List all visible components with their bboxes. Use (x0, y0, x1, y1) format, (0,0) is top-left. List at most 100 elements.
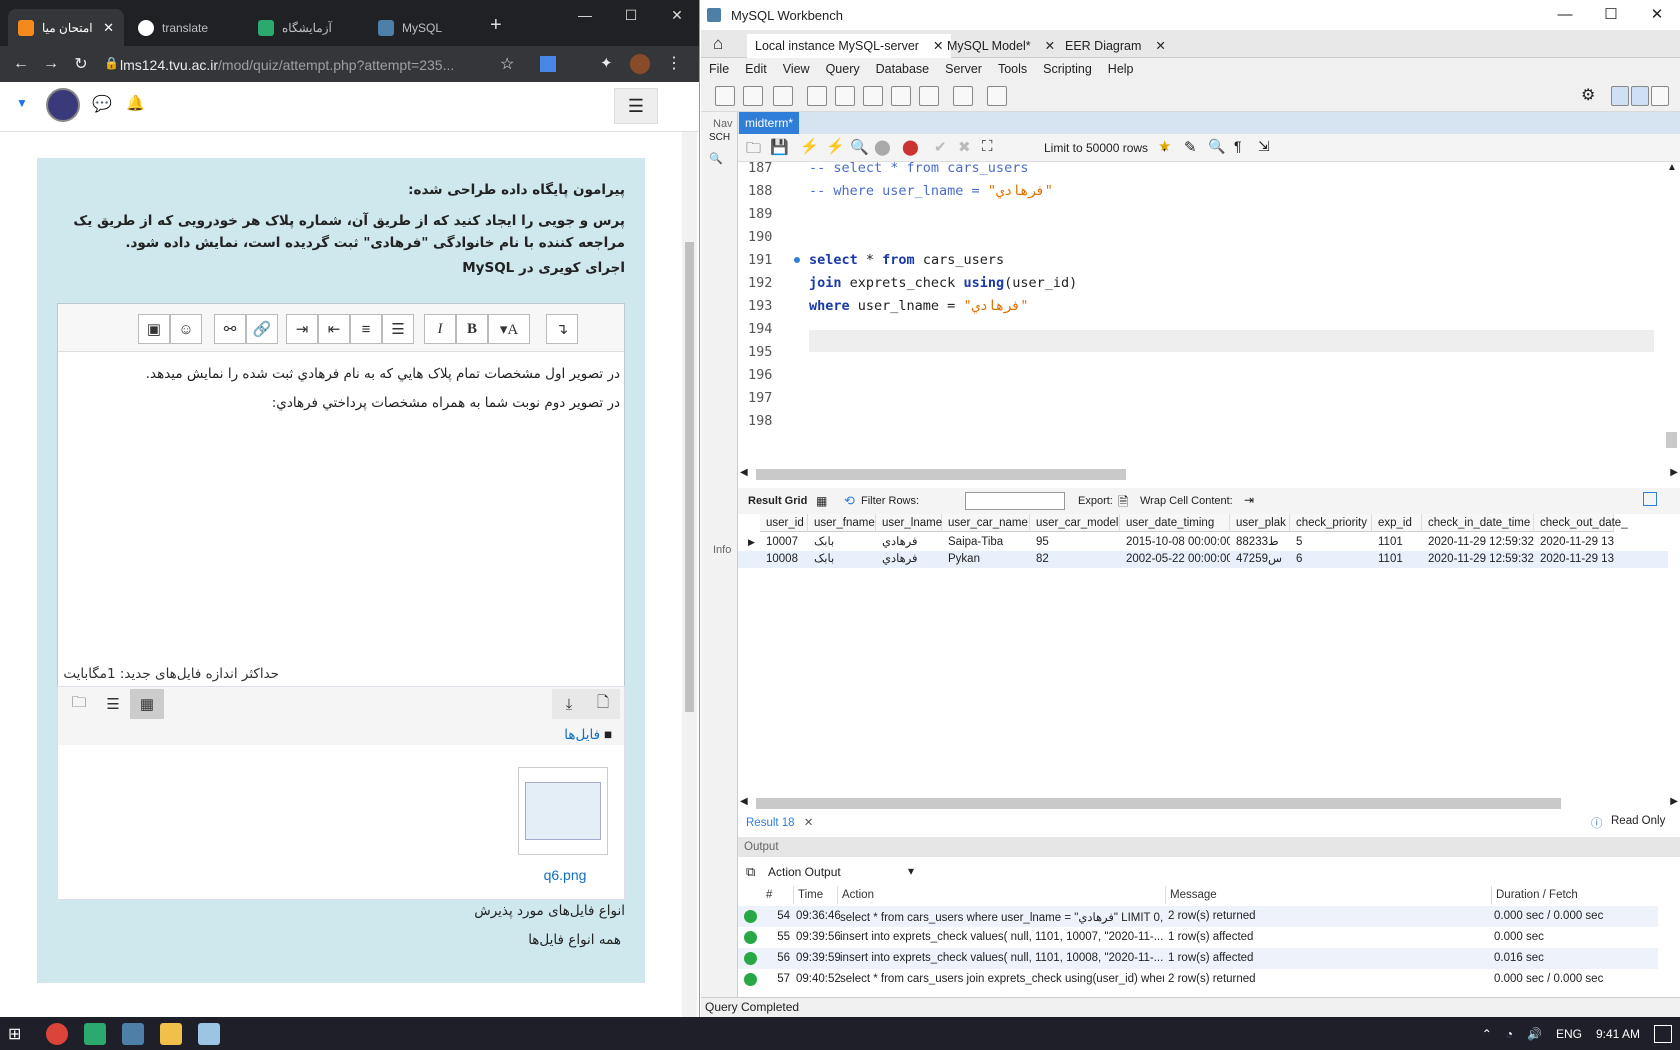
menu-query[interactable]: Query (818, 62, 868, 76)
grid-cell[interactable]: فرهادي (876, 534, 942, 551)
maximize-icon[interactable]: ☐ (608, 0, 654, 30)
output-row[interactable]: 55 09:39:56 insert into exprets_check valu… (738, 927, 1658, 949)
output-type-select[interactable]: ⧉ Action Output ▾ (738, 860, 1680, 884)
close-tab-icon[interactable]: ✕ (1045, 34, 1055, 58)
back-icon[interactable]: ← (6, 55, 36, 73)
close-tab-icon[interactable]: ✕ (1155, 34, 1165, 58)
create-schema-icon[interactable] (807, 86, 827, 106)
bell-icon[interactable]: 🔔 (126, 94, 145, 112)
close-icon[interactable]: ✕ (654, 0, 699, 30)
stop-icon[interactable]: ⬤ (874, 138, 891, 156)
menu-database[interactable]: Database (868, 62, 938, 76)
windows-start-icon[interactable]: ⊞ (8, 1024, 21, 1044)
volume-icon[interactable]: 🔊 (1527, 1027, 1542, 1041)
minimize-icon[interactable]: — (562, 0, 608, 30)
scroll-left-icon[interactable]: ◀ (740, 796, 748, 807)
toggle-output-icon[interactable] (1631, 86, 1649, 106)
grid-cell[interactable]: 1101 (1372, 534, 1422, 551)
reload-icon[interactable]: ↻ (66, 54, 96, 74)
network-icon[interactable]: ◔ (1506, 1027, 1513, 1041)
files-folder-link[interactable]: فایل‌ها ■ (564, 727, 612, 743)
notepad-icon[interactable] (198, 1023, 220, 1045)
messages-icon[interactable]: 💬 (92, 94, 112, 114)
expand-toolbar-icon[interactable]: ↴ (546, 314, 578, 344)
schemas-label[interactable]: SCH (709, 132, 730, 143)
tab-quiz[interactable]: امتحان میا ✕ (8, 9, 124, 46)
scroll-up-icon[interactable]: ▲ (1667, 162, 1677, 173)
bold-icon[interactable]: B (456, 314, 488, 344)
menu-server[interactable]: Server (937, 62, 990, 76)
close-tab-icon[interactable]: ✕ (103, 20, 114, 36)
create-table-icon[interactable] (835, 86, 855, 106)
clock[interactable]: 9:41 AM (1596, 1027, 1640, 1041)
find-icon[interactable]: 🔍 (1208, 138, 1225, 155)
save-icon[interactable]: 💾 (770, 138, 789, 156)
mysql-workbench-icon[interactable] (122, 1023, 144, 1045)
chevron-up-icon[interactable]: ⌃ (1482, 1027, 1492, 1041)
grid-cell[interactable]: Pykan (942, 551, 1030, 568)
scrollbar-thumb[interactable] (685, 242, 694, 712)
reconnect-icon[interactable] (987, 86, 1007, 106)
minimize-icon[interactable]: — (1542, 0, 1588, 30)
new-sql-tab-icon[interactable] (715, 86, 735, 106)
grid-cell[interactable]: 95 (1030, 534, 1120, 551)
grid-column-header[interactable]: user_id (760, 514, 808, 532)
grid-column-header[interactable]: user_date_timing (1120, 514, 1230, 532)
toggle-sidebar-icon[interactable] (1611, 86, 1629, 106)
tab-mysql[interactable]: MySQL (368, 9, 484, 46)
hamburger-icon[interactable]: ☰ (614, 88, 658, 124)
create-view-icon[interactable] (863, 86, 883, 106)
grid-column-header[interactable]: user_plak (1230, 514, 1290, 532)
avatar[interactable] (46, 88, 80, 122)
bullet-list-icon[interactable]: ☰ (382, 314, 414, 344)
file-name[interactable]: q6.png (520, 867, 610, 883)
grid-cell[interactable]: 2020-11-29 13:3 (1534, 534, 1614, 551)
editor-vertical-scrollbar[interactable]: ▲ (1663, 162, 1680, 459)
create-function-icon[interactable] (919, 86, 939, 106)
result-18-tab[interactable]: Result 18 ✕ (746, 815, 813, 829)
scrollbar-thumb[interactable] (756, 798, 1561, 809)
wrap-icon[interactable]: ⇥ (1244, 493, 1254, 507)
scrollbar-thumb[interactable] (756, 469, 1126, 480)
folder-icon[interactable]: 🗀 (62, 689, 96, 719)
sql-editor[interactable]: 187 -- select * from cars_users 188 -- w… (738, 160, 1663, 459)
answer-text[interactable]: در تصویر اول مشخصات تمام پلاک هايي که به… (70, 360, 620, 418)
explain-icon[interactable]: 🔍 (850, 138, 869, 156)
grid-cell[interactable]: 2002-05-22 00:00:00 (1120, 551, 1230, 568)
translate-icon[interactable] (540, 56, 556, 72)
unlink-icon[interactable]: ⚯ (214, 314, 246, 344)
grid-column-header[interactable]: exp_id (1372, 514, 1422, 532)
grid-cell[interactable]: 10007 (760, 534, 808, 551)
code-line[interactable]: where user_lname = "فرهادي" (809, 298, 1029, 314)
output-row[interactable]: 56 09:39:59 insert into exprets_check valu… (738, 948, 1658, 970)
toggle-error-icon[interactable]: ⬤ (902, 138, 919, 156)
grid-cell[interactable]: Saipa-Tiba (942, 534, 1030, 551)
grid-column-header[interactable]: user_car_model (1030, 514, 1120, 532)
notifications-icon[interactable] (1654, 1024, 1672, 1043)
search-table-icon[interactable] (953, 86, 973, 106)
navigator-label[interactable]: Nav (713, 118, 733, 130)
menu-edit[interactable]: Edit (737, 62, 775, 76)
indent-icon[interactable]: ⇥ (286, 314, 318, 344)
grid-cell[interactable]: 6 (1290, 551, 1372, 568)
add-snippet-icon[interactable]: ★ (1158, 137, 1171, 155)
grid-cell[interactable]: 2020-11-29 13:3 (1534, 551, 1614, 568)
search-icon[interactable]: 🔍 (709, 152, 723, 165)
tab-eer-diagram[interactable]: EER Diagram ✕ (1057, 34, 1174, 58)
code-line[interactable]: join exprets_check using(user_id) (809, 275, 1077, 291)
extensions-icon[interactable]: ✦ (600, 54, 613, 72)
code-line[interactable]: -- select * from cars_users (809, 160, 1028, 176)
wrap-lines-icon[interactable]: ⇲ (1258, 138, 1270, 155)
code-line[interactable]: select * from cars_users (809, 252, 1004, 268)
grid-horizontal-scrollbar[interactable]: ◀ ▶ (738, 795, 1680, 811)
grid-column-header[interactable]: check_out_date_ (1534, 514, 1628, 532)
close-icon[interactable]: ✕ (1634, 0, 1680, 30)
row-selector-icon[interactable]: ▶ (742, 534, 755, 551)
add-file-icon[interactable]: 🗋 (586, 689, 620, 719)
grid-cell[interactable]: بابک (808, 534, 876, 551)
grid-cell[interactable]: فرهادي (876, 551, 942, 568)
forward-icon[interactable]: → (36, 55, 66, 73)
scrollbar-thumb[interactable] (1666, 432, 1677, 448)
language-indicator[interactable]: ENG (1556, 1027, 1582, 1041)
numbered-list-icon[interactable]: ≡ (350, 314, 382, 344)
